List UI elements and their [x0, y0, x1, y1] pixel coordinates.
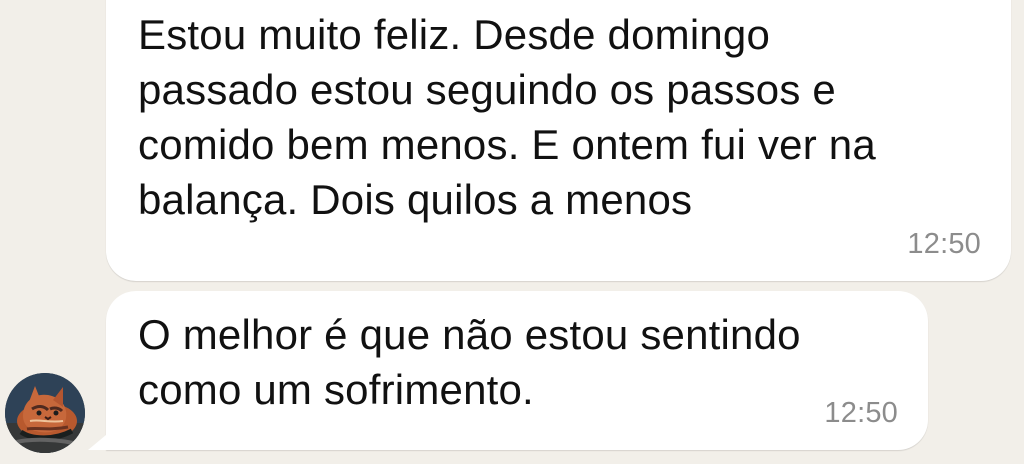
- message-time: 12:50: [824, 397, 898, 429]
- contact-avatar[interactable]: [5, 373, 85, 453]
- chat-area: Estou muito feliz. Desde domingo passado…: [0, 0, 1024, 464]
- message-bubble[interactable]: O melhor é que não estou sentindo como u…: [106, 291, 928, 450]
- message-time: 12:50: [907, 228, 981, 260]
- message-text: Estou muito feliz. Desde domingo passado…: [138, 11, 876, 223]
- message-bubble[interactable]: Estou muito feliz. Desde domingo passado…: [106, 0, 1011, 281]
- cat-avatar-icon: [5, 373, 85, 453]
- message-text: O melhor é que não estou sentindo como u…: [138, 311, 801, 413]
